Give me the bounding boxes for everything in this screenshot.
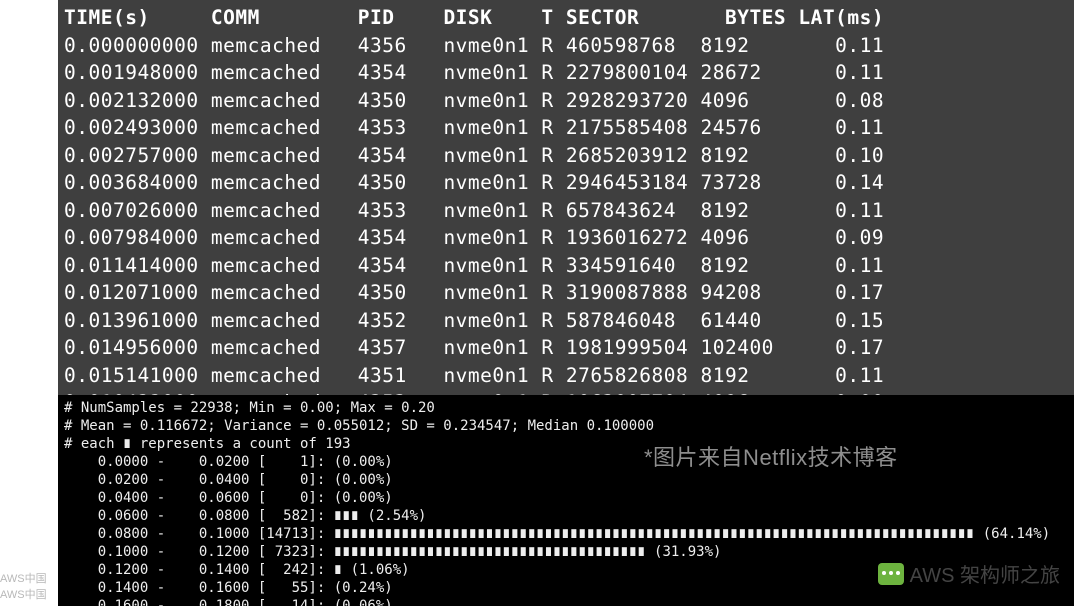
wechat-bubble-icon: [878, 563, 904, 585]
background-label-2: AWS中国: [0, 586, 47, 602]
trace-row: 0.002493000 memcached 4353 nvme0n1 R 217…: [64, 114, 1068, 142]
trace-row: 0.013961000 memcached 4352 nvme0n1 R 587…: [64, 307, 1068, 335]
trace-body: 0.000000000 memcached 4356 nvme0n1 R 460…: [64, 32, 1068, 417]
branding-label: AWS 架构师之旅: [910, 559, 1060, 588]
wechat-branding: AWS 架构师之旅: [878, 559, 1060, 588]
trace-row: 0.007026000 memcached 4353 nvme0n1 R 657…: [64, 197, 1068, 225]
trace-row: 0.002132000 memcached 4350 nvme0n1 R 292…: [64, 87, 1068, 115]
histogram-bucket: 0.0800 - 0.1000 [14713]: ∎∎∎∎∎∎∎∎∎∎∎∎∎∎∎…: [64, 525, 1068, 543]
trace-row: 0.000000000 memcached 4356 nvme0n1 R 460…: [64, 32, 1068, 60]
background-label-1: AWS中国: [0, 570, 47, 586]
histogram-stats-2: # Mean = 0.116672; Variance = 0.055012; …: [64, 417, 1068, 435]
trace-row: 0.012071000 memcached 4350 nvme0n1 R 319…: [64, 279, 1068, 307]
trace-header-row: TIME(s) COMM PID DISK T SECTOR BYTES LAT…: [64, 4, 1068, 32]
histogram-each: # each ∎ represents a count of 193: [64, 435, 1068, 453]
histogram-bucket: 0.1600 - 0.1800 [ 14]: (0.06%): [64, 597, 1068, 606]
histogram-bucket: 0.0000 - 0.0200 [ 1]: (0.00%): [64, 453, 1068, 471]
histogram-bucket: 0.0600 - 0.0800 [ 582]: ∎∎∎ (2.54%): [64, 507, 1068, 525]
trace-row: 0.015141000 memcached 4351 nvme0n1 R 276…: [64, 362, 1068, 390]
image-attribution: *图片来自Netflix技术博客: [644, 440, 898, 472]
trace-row: 0.011414000 memcached 4354 nvme0n1 R 334…: [64, 252, 1068, 280]
trace-row: 0.007984000 memcached 4354 nvme0n1 R 193…: [64, 224, 1068, 252]
trace-row: 0.001948000 memcached 4354 nvme0n1 R 227…: [64, 59, 1068, 87]
trace-row: 0.003684000 memcached 4350 nvme0n1 R 294…: [64, 169, 1068, 197]
biosnoop-trace-pane: TIME(s) COMM PID DISK T SECTOR BYTES LAT…: [58, 0, 1074, 395]
histogram-bucket: 0.0200 - 0.0400 [ 0]: (0.00%): [64, 471, 1068, 489]
trace-row: 0.002757000 memcached 4354 nvme0n1 R 268…: [64, 142, 1068, 170]
histogram-stats-1: # NumSamples = 22938; Min = 0.00; Max = …: [64, 399, 1068, 417]
terminal-screenshot: TIME(s) COMM PID DISK T SECTOR BYTES LAT…: [58, 0, 1074, 606]
histogram-bucket: 0.0400 - 0.0600 [ 0]: (0.00%): [64, 489, 1068, 507]
trace-row: 0.014956000 memcached 4357 nvme0n1 R 198…: [64, 334, 1068, 362]
